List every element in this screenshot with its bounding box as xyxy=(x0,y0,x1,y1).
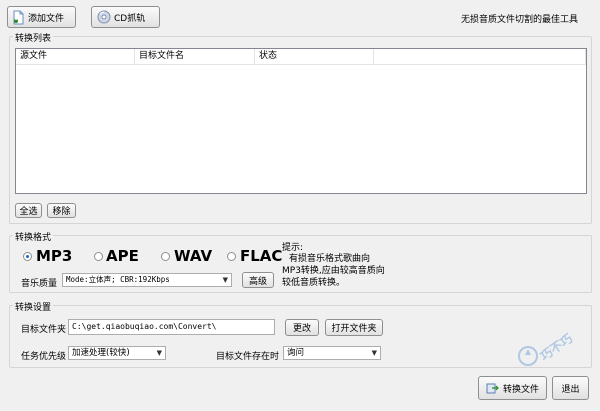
quality-value: Mode:立体声; CBR:192Kbps xyxy=(66,275,170,284)
target-folder-field[interactable]: C:\get.qiaobuqiao.com\Convert\ xyxy=(68,319,275,335)
column-header-source[interactable]: 源文件 xyxy=(16,49,135,65)
format-label-flac[interactable]: FLAC xyxy=(240,248,282,264)
convert-list-table[interactable]: 源文件 目标文件名 状态 xyxy=(15,48,587,194)
settings-title: 转换设置 xyxy=(13,300,54,313)
change-folder-button[interactable]: 更改 xyxy=(285,319,319,336)
priority-label: 任务优先级 xyxy=(21,352,67,362)
quality-select[interactable]: Mode:立体声; CBR:192Kbps ▼ xyxy=(62,273,232,287)
add-file-button[interactable]: 添加文件 xyxy=(7,6,76,28)
priority-value: 加速处理(较快) xyxy=(72,348,130,358)
cd-rip-label: CD抓轨 xyxy=(114,13,146,24)
format-radio-ape[interactable] xyxy=(94,252,103,261)
file-exists-value: 询问 xyxy=(287,348,305,358)
priority-select[interactable]: 加速处理(较快) ▼ xyxy=(68,346,166,360)
add-file-label: 添加文件 xyxy=(28,13,65,24)
format-radio-mp3[interactable] xyxy=(23,252,32,261)
format-title: 转换格式 xyxy=(13,230,54,243)
select-all-button[interactable]: 全选 xyxy=(15,203,42,218)
app-tagline: 无损音质文件切割的最佳工具 xyxy=(460,15,578,25)
format-label-wav[interactable]: WAV xyxy=(174,248,212,264)
advanced-button[interactable]: 高级 xyxy=(242,272,274,288)
file-exists-label: 目标文件存在时 xyxy=(216,352,280,362)
hint-text: 有损音乐格式歌曲向MP3转换,应由较高音质向较低音质转换。 xyxy=(282,254,385,288)
quality-label: 音乐质量 xyxy=(21,279,58,289)
cd-rip-button[interactable]: CD抓轨 xyxy=(91,6,160,28)
convert-files-button[interactable]: 转换文件 xyxy=(478,376,547,400)
open-folder-button[interactable]: 打开文件夹 xyxy=(325,319,383,336)
add-file-icon xyxy=(12,10,25,25)
convert-icon xyxy=(486,382,499,395)
format-radio-flac[interactable] xyxy=(227,252,236,261)
exit-button[interactable]: 退出 xyxy=(552,376,589,400)
column-header-target[interactable]: 目标文件名 xyxy=(135,49,255,65)
hint-title: 提示: xyxy=(282,243,304,253)
format-label-mp3[interactable]: MP3 xyxy=(36,248,72,264)
column-header-empty xyxy=(374,49,586,65)
column-header-status[interactable]: 状态 xyxy=(255,49,374,65)
convert-list-title: 转换列表 xyxy=(13,31,54,44)
remove-button[interactable]: 移除 xyxy=(47,203,76,218)
chevron-down-icon: ▼ xyxy=(371,349,377,357)
convert-files-label: 转换文件 xyxy=(502,384,539,395)
chevron-down-icon: ▼ xyxy=(222,276,228,284)
format-label-ape[interactable]: APE xyxy=(106,248,139,264)
file-exists-select[interactable]: 询问 ▼ xyxy=(283,346,381,360)
cd-disc-icon xyxy=(97,10,111,24)
chevron-down-icon: ▼ xyxy=(156,349,162,357)
target-folder-label: 目标文件夹 xyxy=(21,325,67,335)
format-radio-wav[interactable] xyxy=(161,252,170,261)
